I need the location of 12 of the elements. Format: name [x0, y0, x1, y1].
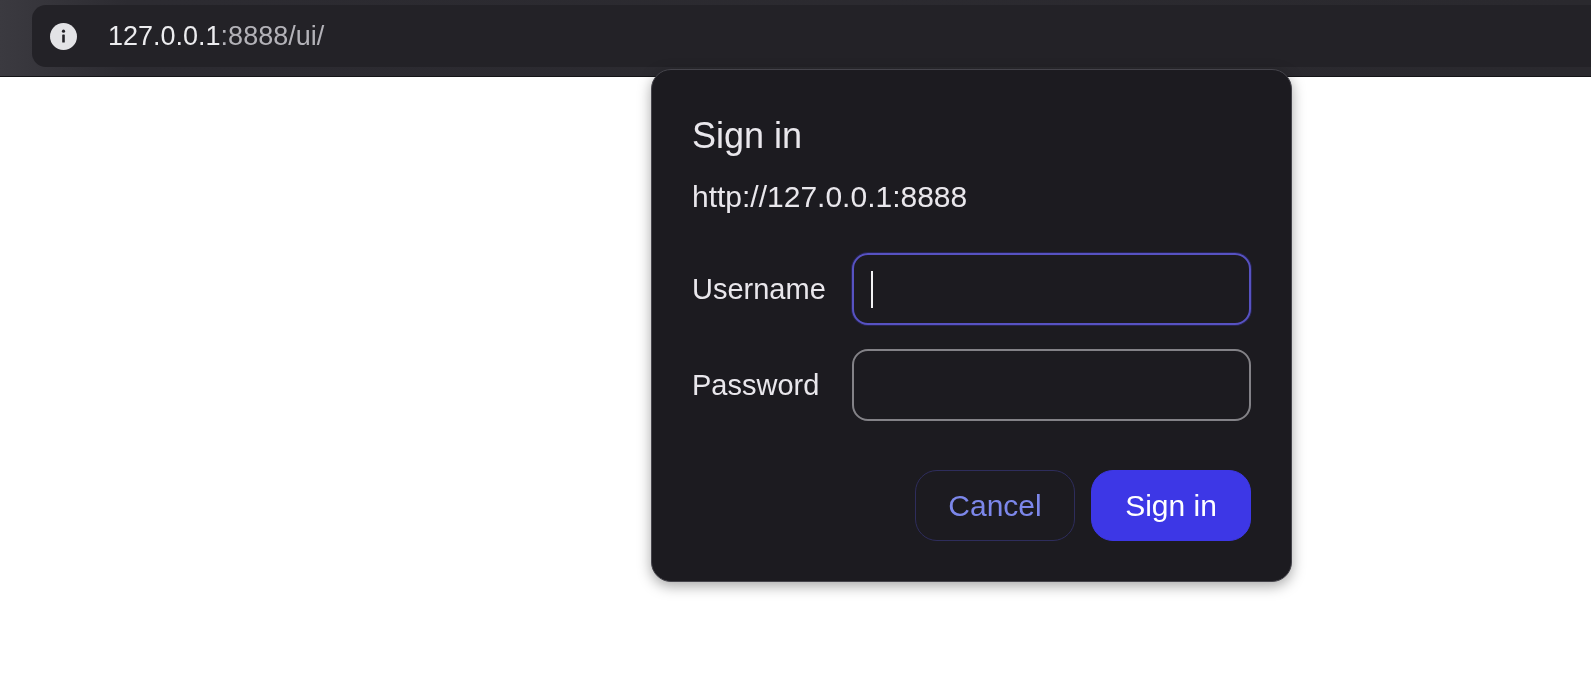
- field-label: Username: [692, 272, 826, 306]
- text-cursor-icon: [871, 270, 873, 308]
- origin-url-text: http://127.0.0.1:8888: [692, 182, 969, 212]
- info-icon[interactable]: [50, 22, 77, 50]
- address-bar[interactable]: 127.0.0.1:8888/ui/: [32, 5, 1591, 67]
- dialog-title: Sign in: [692, 118, 804, 154]
- cancel-button[interactable]: Cancel: [915, 470, 1075, 541]
- url-text: 127.0.0.1:8888/ui/: [108, 20, 325, 52]
- sign-in-button[interactable]: Sign in: [1091, 470, 1251, 541]
- input-field[interactable]: [852, 349, 1251, 421]
- input-field[interactable]: [852, 253, 1251, 325]
- field-label: Password: [692, 368, 820, 402]
